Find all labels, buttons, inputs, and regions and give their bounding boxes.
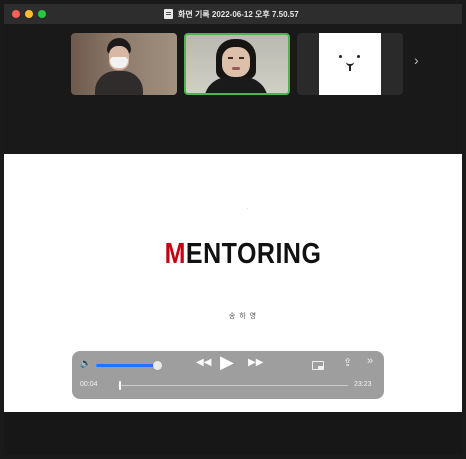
- participant-eye: [239, 57, 244, 59]
- slide-mark: ·: [247, 206, 249, 212]
- rewind-button[interactable]: ◀◀: [196, 357, 211, 368]
- share-icon[interactable]: ⇪: [343, 356, 352, 369]
- minimize-window-button[interactable]: [25, 10, 33, 18]
- bear-eye: [357, 55, 360, 58]
- player-controls: 🔈 ◀◀ ▶ ▶▶ ⇪ » 00:04 23:23: [72, 351, 384, 399]
- total-time: 23:23: [354, 381, 372, 388]
- participant-thumbnail-3[interactable]: [297, 33, 403, 95]
- title-bar: 화면 기록 2022-06-12 오후 7.50.57: [4, 4, 462, 24]
- document-icon: [164, 9, 173, 19]
- close-window-button[interactable]: [12, 10, 20, 18]
- slide-author: 송 하 영: [228, 313, 258, 320]
- participant-thumbnail-2-active-speaker[interactable]: [184, 33, 290, 95]
- fast-forward-button[interactable]: ▶▶: [248, 357, 263, 368]
- participant-face: [222, 47, 250, 77]
- participant-thumbnail-1[interactable]: [71, 33, 177, 95]
- current-time: 00:04: [80, 381, 98, 388]
- slide-title-initial: M: [164, 237, 186, 271]
- participant-gallery: ›: [4, 24, 462, 154]
- shared-slide: · MENTORING 송 하 영 🔈 ◀◀ ▶ ▶▶ ⇪ » 00:04 23…: [4, 154, 462, 412]
- playhead[interactable]: [118, 381, 121, 390]
- video-window: 화면 기록 2022-06-12 오후 7.50.57 › · MENTORIN…: [4, 4, 462, 455]
- more-options-icon[interactable]: »: [367, 355, 373, 367]
- window-title: 화면 기록 2022-06-12 오후 7.50.57: [178, 9, 299, 19]
- slide-title: MENTORING: [4, 238, 462, 271]
- playback-scrubber[interactable]: [118, 381, 348, 390]
- participant-body: [95, 71, 143, 95]
- window-title-group: 화면 기록 2022-06-12 오후 7.50.57: [164, 6, 299, 22]
- play-button[interactable]: ▶: [220, 353, 234, 371]
- bear-avatar-image: [319, 33, 381, 95]
- bottom-bar: [4, 412, 462, 455]
- bear-mouth: [349, 65, 351, 71]
- participant-mouth: [232, 67, 240, 70]
- slide-title-rest: ENTORING: [185, 237, 322, 271]
- zoom-window-button[interactable]: [38, 10, 46, 18]
- picture-in-picture-icon[interactable]: [312, 361, 324, 370]
- face-mask: [110, 57, 128, 68]
- bear-eye: [339, 55, 342, 58]
- next-page-chevron-icon[interactable]: ›: [414, 53, 419, 67]
- participant-eye: [228, 57, 233, 59]
- volume-slider-fill: [96, 364, 157, 367]
- volume-icon[interactable]: 🔈: [80, 358, 91, 369]
- volume-slider[interactable]: [96, 361, 162, 370]
- volume-slider-knob[interactable]: [152, 361, 162, 370]
- participant-body: [204, 77, 268, 93]
